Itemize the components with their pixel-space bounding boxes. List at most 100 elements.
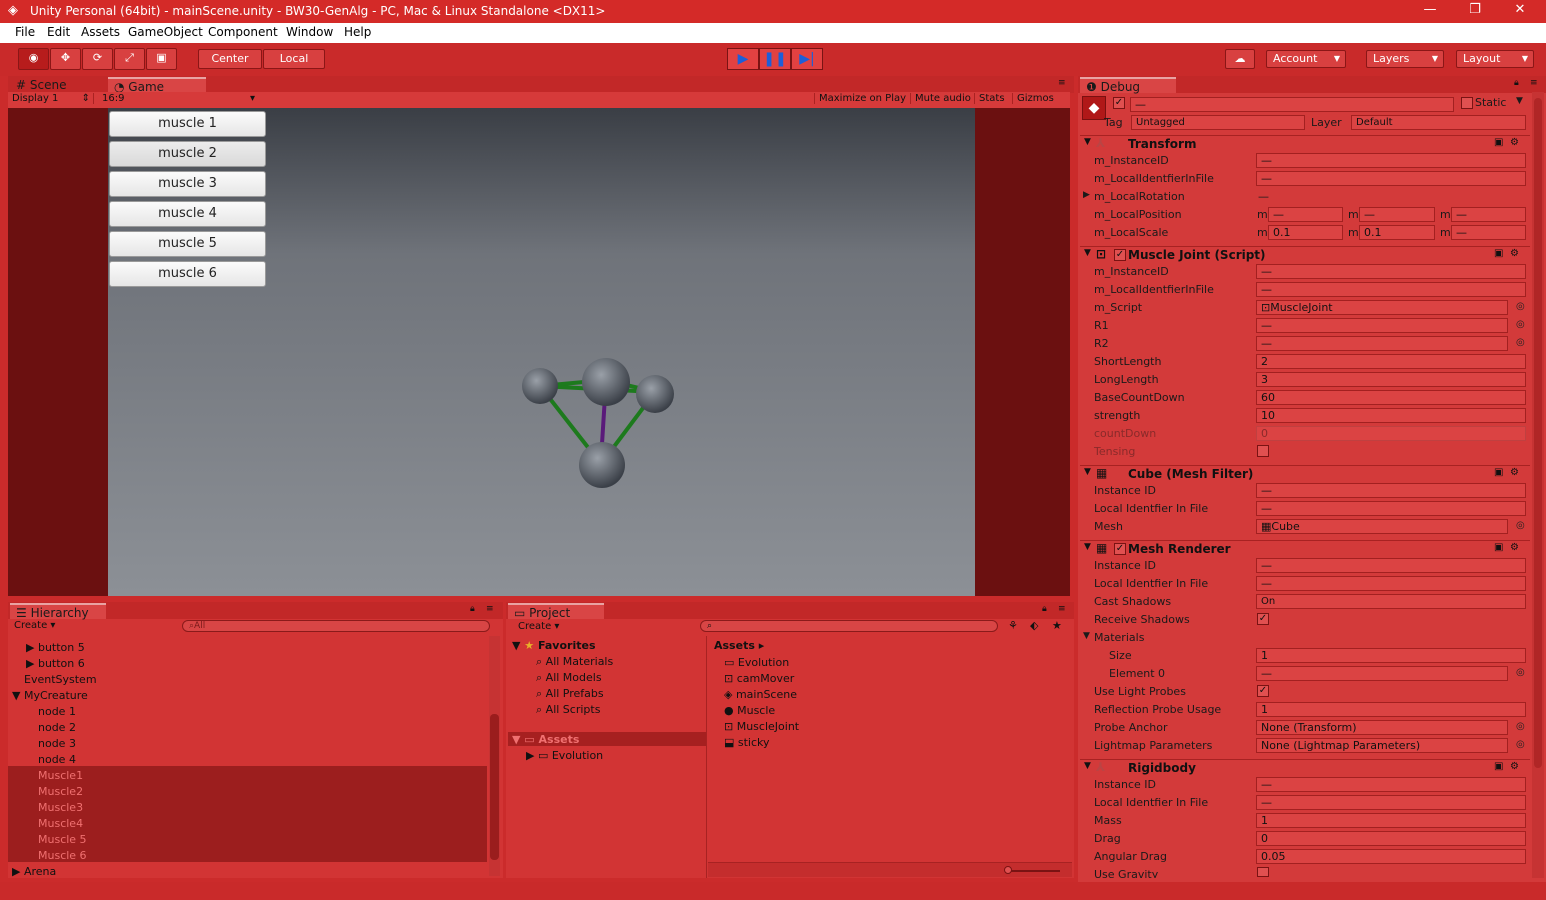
field-value[interactable]: — [1256, 576, 1526, 591]
probe-anchor-field[interactable]: None (Transform) [1256, 720, 1508, 735]
scale-z-field[interactable]: — [1451, 225, 1526, 240]
short-length-field[interactable]: 2 [1256, 354, 1526, 369]
help-icon[interactable]: ▣ [1494, 467, 1503, 478]
element0-field[interactable]: — [1256, 666, 1508, 681]
foldout-icon[interactable]: ▼ [1084, 761, 1091, 771]
long-length-field[interactable]: 3 [1256, 372, 1526, 387]
project-create-button[interactable]: Create ▾ [518, 621, 559, 632]
field-value[interactable]: — [1256, 483, 1526, 498]
help-icon[interactable]: ▣ [1494, 137, 1503, 148]
project-search-input[interactable]: ⌕ [700, 620, 998, 632]
lightmap-parameters-field[interactable]: None (Lightmap Parameters) [1256, 738, 1508, 753]
scrollbar-thumb[interactable] [1534, 98, 1542, 768]
field-value[interactable]: — [1256, 795, 1526, 810]
minimize-icon[interactable]: — [1410, 2, 1450, 17]
lock-icon[interactable]: 🔒︎ [1514, 78, 1519, 88]
tab-scene[interactable]: # Scene [10, 77, 106, 93]
list-item[interactable]: ⌕ All Materials [536, 655, 613, 669]
list-item[interactable]: ▭ Evolution [724, 656, 789, 669]
mass-field[interactable]: 1 [1256, 813, 1526, 828]
rotate-tool-icon[interactable]: ⟳ [82, 48, 113, 70]
step-icon[interactable]: ▶| [791, 48, 823, 70]
list-item[interactable]: Muscle1 [38, 769, 83, 782]
transform-row-value[interactable]: — [1256, 171, 1526, 186]
gear-icon[interactable]: ⚙ [1510, 467, 1519, 478]
active-checkbox[interactable]: ✓ [1113, 97, 1125, 109]
object-picker-icon[interactable]: ◎ [1516, 667, 1525, 678]
field-value[interactable]: — [1256, 558, 1526, 573]
layer-dropdown[interactable]: Default [1351, 115, 1526, 130]
foldout-icon[interactable]: ▼ [1084, 248, 1091, 258]
list-item[interactable]: Muscle 6 [38, 849, 87, 862]
field-value[interactable]: — [1256, 777, 1526, 792]
cast-shadows-dropdown[interactable]: On [1256, 594, 1526, 609]
move-tool-icon[interactable]: ✥ [50, 48, 81, 70]
menu-assets[interactable]: Assets [81, 25, 120, 39]
pause-icon[interactable]: ❚❚ [759, 48, 791, 70]
muscle-6-button[interactable]: muscle 6 [109, 261, 266, 287]
position-x-field[interactable]: — [1268, 207, 1343, 222]
static-checkbox[interactable] [1461, 97, 1473, 109]
list-item[interactable]: ⌕ All Models [536, 671, 602, 685]
panel-menu-icon[interactable]: ≡ [1058, 604, 1066, 614]
muscle-5-button[interactable]: muscle 5 [109, 231, 266, 257]
list-item[interactable]: ▼ MyCreature [12, 689, 88, 702]
view-tool-icon[interactable]: ◉ [18, 48, 49, 70]
zoom-slider-handle[interactable] [1004, 866, 1012, 874]
muscle-joint-header[interactable]: ▼ ⊡ ✓ Muscle Joint (Script) ▣ ⚙ [1080, 246, 1530, 264]
muscle-2-button[interactable]: muscle 2 [109, 141, 266, 167]
mesh-field[interactable]: ▦Cube [1256, 519, 1508, 534]
rect-tool-icon[interactable]: ▣ [146, 48, 177, 70]
scale-tool-icon[interactable]: ⤢ [114, 48, 145, 70]
aspect-dropdown[interactable]: 16:9 ▾ [102, 93, 258, 104]
scale-x-field[interactable]: 0.1 [1268, 225, 1343, 240]
list-item[interactable]: node 1 [38, 705, 76, 718]
muscle-1-button[interactable]: muscle 1 [109, 111, 266, 137]
panel-menu-icon[interactable]: ≡ [486, 604, 494, 614]
scrollbar-thumb[interactable] [490, 714, 499, 860]
position-z-field[interactable]: — [1451, 207, 1526, 222]
menu-edit[interactable]: Edit [47, 25, 70, 39]
transform-header[interactable]: ▼ ⅄ Transform ▣ ⚙ [1080, 135, 1530, 153]
tab-hierarchy[interactable]: ☰ Hierarchy [10, 603, 106, 620]
tag-dropdown[interactable]: Untagged [1131, 115, 1305, 130]
assets-root-item[interactable]: ▼ ▭ Assets [512, 733, 579, 746]
menu-file[interactable]: File [15, 25, 35, 39]
list-item[interactable]: ⊡ camMover [724, 672, 794, 685]
object-picker-icon[interactable]: ◎ [1516, 721, 1525, 732]
menu-window[interactable]: Window [286, 25, 333, 39]
chevron-down-icon[interactable]: ▼ [1516, 96, 1523, 106]
list-item[interactable]: Muscle 5 [38, 833, 87, 846]
list-item[interactable]: ▶ Arena [12, 865, 56, 878]
help-icon[interactable]: ▣ [1494, 542, 1503, 553]
menu-help[interactable]: Help [344, 25, 371, 39]
reflection-probe-field[interactable]: 1 [1256, 702, 1526, 717]
list-item[interactable]: ▶ ▭ Evolution [526, 749, 603, 762]
cloud-icon[interactable]: ☁ [1225, 49, 1255, 69]
r1-field[interactable]: — [1256, 318, 1508, 333]
close-icon[interactable]: ✕ [1500, 2, 1540, 17]
panel-menu-icon[interactable]: ≡ [1058, 78, 1066, 88]
tab-game[interactable]: ◔ Game [108, 77, 206, 94]
object-picker-icon[interactable]: ◎ [1516, 301, 1525, 312]
inspector-scrollbar[interactable] [1532, 92, 1544, 878]
script-field[interactable]: ⊡MuscleJoint [1256, 300, 1508, 315]
list-item[interactable]: Muscle4 [38, 817, 83, 830]
rigidbody-header[interactable]: ▼ ⅄ Rigidbody ▣ ⚙ [1080, 759, 1530, 777]
help-icon[interactable]: ▣ [1494, 248, 1503, 259]
field-value[interactable]: — [1256, 282, 1526, 297]
gear-icon[interactable]: ⚙ [1510, 761, 1519, 772]
object-name-field[interactable]: — [1130, 97, 1454, 112]
list-item[interactable]: ▶ button 6 [26, 657, 85, 670]
object-picker-icon[interactable]: ◎ [1516, 337, 1525, 348]
hierarchy-create-button[interactable]: Create ▾ [14, 620, 55, 631]
hierarchy-search-input[interactable]: ⌕All [182, 620, 490, 632]
list-item[interactable]: ⊡ MuscleJoint [724, 720, 799, 733]
display-dropdown[interactable]: Display 1 ⇕ [12, 93, 94, 104]
use-gravity-checkbox[interactable] [1257, 867, 1269, 877]
breadcrumb[interactable]: Assets ▸ [714, 639, 764, 652]
list-item[interactable]: ▶ button 5 [26, 641, 85, 654]
mesh-filter-header[interactable]: ▼ ▦ Cube (Mesh Filter) ▣ ⚙ [1080, 465, 1530, 483]
maximize-on-play-toggle[interactable]: Maximize on Play [814, 93, 910, 104]
field-value[interactable]: — [1256, 264, 1526, 279]
